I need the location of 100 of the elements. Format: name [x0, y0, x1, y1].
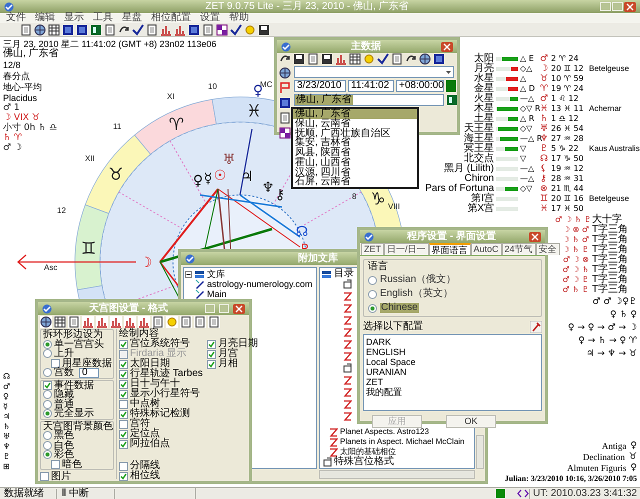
- tab[interactable]: 24节气: [502, 243, 536, 255]
- option-label[interactable]: 彩色: [54, 450, 74, 460]
- close-button[interactable]: [529, 232, 541, 242]
- option-label[interactable]: 月相: [218, 359, 238, 369]
- menu-item[interactable]: 编辑: [35, 13, 55, 23]
- page-icon[interactable]: [307, 53, 319, 65]
- framed-square-icon[interactable]: [76, 24, 88, 36]
- page-icon[interactable]: [202, 24, 214, 36]
- option-label[interactable]: 白色: [54, 440, 74, 450]
- checkbox[interactable]: [206, 360, 216, 368]
- option-label[interactable]: 相位线: [130, 471, 160, 481]
- radio-button[interactable]: [43, 409, 52, 418]
- close-button[interactable]: [233, 304, 245, 314]
- bar-square-icon[interactable]: [446, 94, 458, 106]
- option-label[interactable]: 事件数据: [54, 380, 94, 390]
- checkbox[interactable]: [119, 360, 128, 368]
- city-option[interactable]: 汉源, 四川省: [293, 168, 417, 178]
- city-option[interactable]: 集安, 吉林省: [293, 138, 417, 148]
- option-label[interactable]: 月宫: [218, 349, 238, 359]
- page-icon[interactable]: [279, 112, 291, 124]
- page-icon[interactable]: [20, 24, 32, 36]
- checkbox[interactable]: [119, 380, 128, 388]
- checkmark-icon[interactable]: [132, 24, 144, 36]
- tree-item[interactable]: astrology-numerology.com: [207, 279, 312, 289]
- option-label[interactable]: 普通: [54, 400, 74, 409]
- radio-button[interactable]: [43, 390, 52, 400]
- option-label[interactable]: 定位点: [130, 429, 160, 439]
- grid-icon[interactable]: [48, 24, 60, 36]
- language-option[interactable]: English（英文）: [380, 289, 453, 299]
- page-icon[interactable]: [194, 316, 206, 328]
- framed-square-icon[interactable]: [62, 24, 74, 36]
- option-label[interactable]: 暗色: [62, 460, 82, 469]
- checkbox[interactable]: [119, 462, 128, 470]
- config-item[interactable]: URANIAN: [366, 367, 539, 377]
- globe-icon[interactable]: [34, 24, 46, 36]
- option-label[interactable]: 太阳日期: [130, 359, 170, 369]
- checkbox[interactable]: [51, 358, 60, 368]
- tree-item[interactable]: Main: [207, 289, 227, 299]
- option-label[interactable]: 月亮日期: [218, 339, 258, 349]
- checker-icon[interactable]: [279, 127, 291, 139]
- globe-icon[interactable]: [40, 316, 52, 328]
- chart-icon[interactable]: [110, 316, 122, 328]
- checkmark-icon[interactable]: [230, 24, 242, 36]
- city-option[interactable]: 佛山, 广东省: [293, 109, 417, 119]
- page-icon[interactable]: [104, 24, 116, 36]
- framed-square-icon[interactable]: [433, 53, 445, 65]
- option-label[interactable]: 特殊标记检测: [130, 409, 190, 419]
- page-icon[interactable]: [391, 53, 403, 65]
- chart-icon[interactable]: [96, 316, 108, 328]
- chart-icon[interactable]: [124, 316, 136, 328]
- config-item[interactable]: DARK: [366, 337, 539, 347]
- radio-button[interactable]: [43, 368, 52, 378]
- flag-icon[interactable]: [279, 82, 291, 94]
- dialog-button[interactable]: OK: [446, 415, 496, 428]
- tree-toggle-icon[interactable]: [185, 270, 192, 278]
- config-item[interactable]: ENGLISH: [366, 347, 539, 357]
- tab[interactable]: AutoC: [470, 243, 502, 255]
- date-field[interactable]: 3/23/2010: [294, 80, 346, 92]
- language-option[interactable]: Chinese: [380, 303, 419, 313]
- checkbox[interactable]: [119, 420, 128, 428]
- checkbox[interactable]: [119, 472, 128, 480]
- option-label[interactable]: 上升: [54, 349, 74, 358]
- city-option[interactable]: 霍山, 山西省: [293, 158, 417, 168]
- option-label[interactable]: 宫数: [54, 368, 74, 378]
- radio-button[interactable]: [368, 304, 377, 312]
- option-label[interactable]: 完全显示: [54, 409, 94, 418]
- framed-square-icon[interactable]: [279, 97, 291, 109]
- time-field[interactable]: 11:41:02: [348, 80, 394, 92]
- menu-item[interactable]: 相位配置: [151, 13, 191, 23]
- tree-item[interactable]: 太阳的基础相位: [340, 447, 396, 457]
- bar-square-icon[interactable]: [90, 24, 102, 36]
- option-label[interactable]: 中点树: [130, 399, 160, 409]
- checkbox[interactable]: [43, 380, 52, 390]
- tab[interactable]: 日一/日一: [384, 243, 429, 255]
- tree-item[interactable]: 文库: [207, 269, 225, 279]
- page-icon[interactable]: [146, 24, 158, 36]
- page-icon[interactable]: [152, 316, 164, 328]
- tab[interactable]: 界面语言: [428, 243, 471, 255]
- language-option[interactable]: Russian（俄文）: [380, 275, 456, 285]
- config-item[interactable]: 我的配置: [366, 387, 539, 397]
- wrench-icon[interactable]: [530, 321, 542, 333]
- chart-icon[interactable]: [82, 316, 94, 328]
- tree-item[interactable]: 目录: [334, 269, 354, 280]
- city-option[interactable]: 抚顺, 广西壮族自治区: [293, 128, 417, 138]
- checkbox[interactable]: [51, 460, 60, 469]
- tree-item[interactable]: Planets in Aspect. Michael McClain: [340, 437, 464, 447]
- grid-icon[interactable]: [54, 316, 66, 328]
- menu-item[interactable]: 显示: [64, 13, 84, 23]
- globe-icon[interactable]: [279, 67, 291, 79]
- radio-button[interactable]: [43, 431, 52, 440]
- checkmark-icon[interactable]: [377, 53, 389, 65]
- tab[interactable]: 安全: [536, 243, 560, 255]
- menu-item[interactable]: 星盘: [122, 13, 142, 23]
- radio-button[interactable]: [43, 400, 52, 409]
- option-label[interactable]: 日十与午十: [130, 379, 180, 389]
- radio-button[interactable]: [43, 450, 52, 460]
- vertical-scrollbar[interactable]: [476, 435, 484, 469]
- radio-button[interactable]: [368, 290, 377, 298]
- config-item[interactable]: Local Space: [366, 357, 539, 367]
- checkbox[interactable]: [119, 390, 128, 398]
